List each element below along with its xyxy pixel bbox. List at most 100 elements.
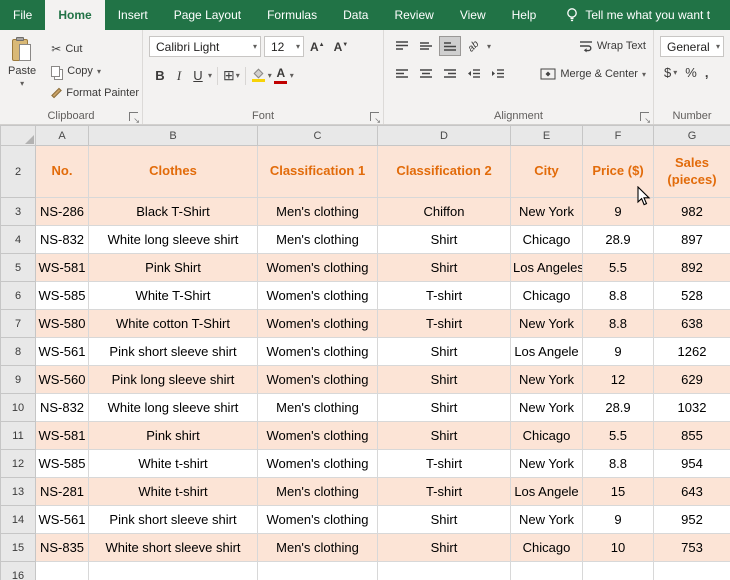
- cell[interactable]: Pink long sleeve shirt: [89, 366, 258, 394]
- cell[interactable]: [511, 562, 583, 580]
- cell[interactable]: [258, 562, 378, 580]
- tab-data[interactable]: Data: [330, 0, 381, 30]
- cell[interactable]: 954: [654, 450, 730, 478]
- cell[interactable]: Women's clothing: [258, 422, 378, 450]
- cell[interactable]: Men's clothing: [258, 534, 378, 562]
- cell[interactable]: Shirt: [378, 366, 511, 394]
- cell[interactable]: 629: [654, 366, 730, 394]
- tell-me-box[interactable]: Tell me what you want t: [565, 0, 710, 30]
- cell[interactable]: Men's clothing: [258, 478, 378, 506]
- currency-dropdown-arrow[interactable]: ▾: [673, 68, 677, 77]
- tab-file[interactable]: File: [0, 0, 45, 30]
- underline-dropdown-arrow[interactable]: ▾: [208, 71, 212, 80]
- row-header-9[interactable]: 9: [1, 366, 36, 394]
- cell[interactable]: NS-832: [36, 394, 89, 422]
- number-format-dropdown-arrow[interactable]: ▾: [716, 42, 720, 51]
- cell[interactable]: 753: [654, 534, 730, 562]
- fill-color-icon[interactable]: [251, 69, 267, 82]
- cell[interactable]: Women's clothing: [258, 338, 378, 366]
- cell[interactable]: Shirt: [378, 534, 511, 562]
- cell[interactable]: 9: [583, 338, 654, 366]
- decrease-font-size-button[interactable]: A▼: [331, 40, 352, 54]
- cell[interactable]: [89, 562, 258, 580]
- increase-font-size-button[interactable]: A▲: [307, 40, 328, 54]
- cell[interactable]: Shirt: [378, 254, 511, 282]
- comma-style-button[interactable]: ,: [705, 65, 709, 80]
- cell[interactable]: T-shirt: [378, 282, 511, 310]
- cell[interactable]: Shirt: [378, 226, 511, 254]
- cell[interactable]: WS-585: [36, 450, 89, 478]
- cell[interactable]: Chicago: [511, 422, 583, 450]
- clipboard-dialog-launcher[interactable]: [129, 112, 138, 121]
- cell[interactable]: 643: [654, 478, 730, 506]
- cell[interactable]: WS-580: [36, 310, 89, 338]
- cell[interactable]: New York: [511, 506, 583, 534]
- column-header-D[interactable]: D: [378, 126, 511, 146]
- wrap-text-button[interactable]: Wrap Text: [576, 35, 649, 57]
- column-header-G[interactable]: G: [654, 126, 730, 146]
- tab-review[interactable]: Review: [381, 0, 446, 30]
- cell[interactable]: 10: [583, 534, 654, 562]
- column-header-C[interactable]: C: [258, 126, 378, 146]
- cell[interactable]: Women's clothing: [258, 506, 378, 534]
- cell[interactable]: 855: [654, 422, 730, 450]
- cell[interactable]: 892: [654, 254, 730, 282]
- tab-insert[interactable]: Insert: [105, 0, 161, 30]
- align-center-button[interactable]: [415, 64, 437, 84]
- cell[interactable]: Men's clothing: [258, 394, 378, 422]
- row-header-10[interactable]: 10: [1, 394, 36, 422]
- header-cell[interactable]: Price ($): [583, 146, 654, 198]
- cell[interactable]: Women's clothing: [258, 254, 378, 282]
- align-middle-button[interactable]: [415, 36, 437, 56]
- orientation-dropdown-arrow[interactable]: ▾: [487, 42, 491, 51]
- cell[interactable]: Men's clothing: [258, 198, 378, 226]
- cell[interactable]: Pink short sleeve shirt: [89, 338, 258, 366]
- cell[interactable]: Women's clothing: [258, 366, 378, 394]
- percent-style-button[interactable]: %: [685, 65, 697, 80]
- cell[interactable]: [654, 562, 730, 580]
- cell[interactable]: Shirt: [378, 338, 511, 366]
- cell[interactable]: 12: [583, 366, 654, 394]
- cell[interactable]: T-shirt: [378, 450, 511, 478]
- cell[interactable]: Chicago: [511, 226, 583, 254]
- header-cell[interactable]: Classification 1: [258, 146, 378, 198]
- cell[interactable]: 8.8: [583, 282, 654, 310]
- cell[interactable]: New York: [511, 394, 583, 422]
- cell[interactable]: 897: [654, 226, 730, 254]
- cell[interactable]: Los Angeles: [511, 254, 583, 282]
- row-header-6[interactable]: 6: [1, 282, 36, 310]
- cell[interactable]: 5.5: [583, 254, 654, 282]
- cell[interactable]: Pink short sleeve shirt: [89, 506, 258, 534]
- tab-view[interactable]: View: [447, 0, 499, 30]
- merge-center-dropdown-arrow[interactable]: ▾: [642, 70, 646, 79]
- row-header-13[interactable]: 13: [1, 478, 36, 506]
- align-bottom-button[interactable]: [439, 36, 461, 56]
- cell[interactable]: WS-561: [36, 506, 89, 534]
- row-header-4[interactable]: 4: [1, 226, 36, 254]
- cell[interactable]: New York: [511, 450, 583, 478]
- cell[interactable]: White T-Shirt: [89, 282, 258, 310]
- borders-icon[interactable]: ⊞: [223, 67, 235, 84]
- paste-dropdown-arrow[interactable]: ▾: [20, 79, 24, 88]
- increase-indent-button[interactable]: [487, 64, 509, 84]
- cell[interactable]: WS-560: [36, 366, 89, 394]
- select-all-corner[interactable]: [1, 126, 36, 146]
- row-header-3[interactable]: 3: [1, 198, 36, 226]
- fill-color-dropdown-arrow[interactable]: ▾: [268, 71, 272, 80]
- cell[interactable]: Shirt: [378, 506, 511, 534]
- cell[interactable]: 28.9: [583, 394, 654, 422]
- cell[interactable]: White long sleeve shirt: [89, 226, 258, 254]
- cell[interactable]: New York: [511, 366, 583, 394]
- cell[interactable]: Chicago: [511, 534, 583, 562]
- align-left-button[interactable]: [391, 64, 413, 84]
- cell[interactable]: 15: [583, 478, 654, 506]
- cell[interactable]: NS-286: [36, 198, 89, 226]
- align-top-button[interactable]: [391, 36, 413, 56]
- row-header-8[interactable]: 8: [1, 338, 36, 366]
- cell[interactable]: Pink Shirt: [89, 254, 258, 282]
- column-header-A[interactable]: A: [36, 126, 89, 146]
- cell[interactable]: WS-581: [36, 422, 89, 450]
- cell[interactable]: 982: [654, 198, 730, 226]
- cell[interactable]: White t-shirt: [89, 478, 258, 506]
- tab-home[interactable]: Home: [45, 0, 104, 30]
